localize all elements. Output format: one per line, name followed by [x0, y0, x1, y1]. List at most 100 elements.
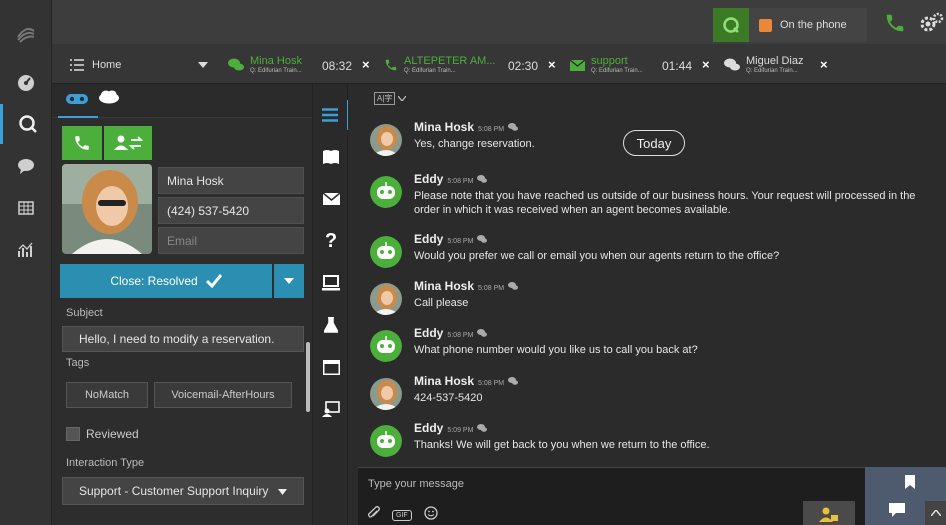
lab-flask-icon[interactable]: [313, 310, 349, 340]
message-text: Thanks! We will get back to you when we …: [414, 439, 710, 451]
close-tab-icon[interactable]: ×: [548, 57, 556, 72]
analytics-icon[interactable]: [0, 230, 52, 270]
attachment-paperclip-icon[interactable]: [368, 506, 380, 525]
composer-side-panel: [865, 467, 946, 525]
message-sender: Eddy: [414, 326, 444, 340]
message-sender: Eddy: [414, 172, 444, 186]
chat-bubble-icon: [508, 120, 519, 134]
chevron-up-icon: [930, 510, 941, 516]
message-time: 5:08 PM: [447, 332, 474, 339]
app-window: On the phone Home Mina Hosk Q: Edifurian…: [0, 0, 946, 525]
tab-miguel-diaz[interactable]: Miguel Diaz Q: Edifurian Train... ×: [724, 50, 840, 80]
tab-queue: Q: Edifurian Train...: [250, 68, 302, 74]
tab-title: Miguel Diaz: [746, 55, 804, 67]
message-time: 5:09 PM: [447, 427, 474, 434]
contact-email-field[interactable]: Email: [158, 227, 304, 254]
laptop-icon[interactable]: [313, 268, 349, 298]
subject-field[interactable]: Hello, I need to modify a reservation.: [62, 326, 304, 352]
tab-timer: 08:32: [322, 59, 353, 73]
contact-name-field[interactable]: Mina Hosk: [158, 167, 304, 194]
transfer-button[interactable]: [104, 126, 152, 160]
cloud-crm-icon[interactable]: [98, 90, 120, 109]
top-bar: On the phone: [52, 0, 946, 44]
tab-queue: Q: Edifurian Train...: [746, 68, 798, 74]
chevron-down-icon[interactable]: [198, 62, 208, 68]
translate-toggle[interactable]: A|字: [374, 92, 407, 105]
call-button[interactable]: [62, 126, 102, 160]
tab-queue: Q: Edifurian Train...: [591, 68, 643, 74]
tags-label: Tags: [66, 357, 90, 369]
tab-support[interactable]: support Q: Edifurian Train... 01:44 ×: [570, 50, 712, 80]
chat-channel-icon[interactable]: [66, 92, 88, 110]
tab-timer: 02:30: [508, 59, 539, 73]
envelope-icon[interactable]: [313, 184, 349, 214]
queue-button[interactable]: [713, 8, 749, 42]
agent-status-dropdown[interactable]: On the phone: [749, 8, 867, 42]
tag-chip[interactable]: Voicemail-AfterHours: [154, 382, 292, 408]
conversations-icon[interactable]: [0, 146, 52, 186]
bookmark-icon[interactable]: [905, 475, 915, 494]
chat-bubbles-icon: [228, 58, 244, 71]
message-time: 5:08 PM: [478, 285, 505, 292]
close-tab-icon[interactable]: ×: [702, 57, 710, 72]
chevron-down-icon: [398, 96, 407, 101]
knowledge-book-icon[interactable]: [313, 142, 349, 172]
agents-icon: [819, 507, 838, 522]
bot-avatar: [370, 236, 402, 268]
contact-panel: Mina Hosk (424) 537-5420 Email Close: Re…: [52, 84, 312, 525]
email-icon: [570, 59, 585, 71]
message-text: Yes, change reservation.: [414, 138, 535, 150]
window-icon[interactable]: [313, 352, 349, 382]
settings-gear-icon[interactable]: [918, 10, 944, 41]
phone-icon: [75, 136, 89, 150]
tab-home[interactable]: Home: [70, 50, 210, 80]
chat-bubble-icon: [508, 279, 519, 293]
close-tab-icon[interactable]: ×: [820, 57, 828, 72]
dashboard-icon[interactable]: [0, 62, 52, 102]
tab-label: Home: [92, 59, 122, 71]
send-message-icon[interactable]: [889, 503, 905, 522]
scroll-up-button[interactable]: [925, 501, 946, 525]
close-resolved-button[interactable]: Close: Resolved: [60, 264, 272, 298]
reviewed-label: Reviewed: [86, 427, 139, 441]
tab-altepeter[interactable]: ALTEPETER AM... Q: Edifurian Train... 02…: [384, 50, 560, 80]
left-nav: [0, 0, 52, 525]
composer-tools: GIF: [368, 506, 438, 525]
message-composer[interactable]: Type your message GIF: [358, 467, 865, 525]
phone-icon: [385, 59, 397, 71]
message-time: 5:08 PM: [478, 380, 505, 387]
tag-chip[interactable]: NoMatch: [66, 382, 148, 408]
close-options-dropdown[interactable]: [274, 264, 304, 298]
chat-bubble-icon: [477, 232, 488, 246]
message-sender: Eddy: [414, 232, 444, 246]
message-sender: Mina Hosk: [414, 374, 475, 388]
phone-icon[interactable]: [884, 12, 906, 39]
customer-avatar: [370, 283, 402, 315]
list-icon: [70, 59, 84, 71]
interaction-type-select[interactable]: Support - Customer Support Inquiry: [62, 477, 304, 505]
message-time: 5:08 PM: [447, 238, 474, 245]
search-icon[interactable]: [0, 104, 52, 144]
chevron-down-icon: [278, 489, 287, 495]
gif-button[interactable]: GIF: [392, 510, 412, 521]
message-input[interactable]: Type your message: [368, 478, 464, 490]
message-text: Please note that you have reached us out…: [414, 190, 916, 216]
grid-icon[interactable]: [0, 188, 52, 228]
close-tab-icon[interactable]: ×: [362, 57, 370, 72]
panel-scrollbar[interactable]: [306, 342, 310, 412]
reviewed-checkbox[interactable]: [66, 427, 80, 441]
tab-mina-hosk[interactable]: Mina Hosk Q: Edifurian Train... 08:32 ×: [228, 50, 374, 87]
menu-icon[interactable]: [313, 100, 349, 130]
chat-bubbles-icon: [724, 58, 740, 71]
message-sender: Mina Hosk: [414, 279, 475, 293]
screen-share-icon[interactable]: [313, 394, 349, 424]
message-time: 5:08 PM: [447, 178, 474, 185]
agent-assist-button[interactable]: [803, 501, 855, 525]
panel-tab-indicator: [58, 116, 98, 118]
help-question-icon[interactable]: ?: [313, 226, 349, 256]
emoji-icon[interactable]: [424, 506, 438, 525]
message-text: Would you prefer we call or email you wh…: [414, 250, 780, 262]
panel-header: [52, 84, 312, 118]
contact-phone-field[interactable]: (424) 537-5420: [158, 197, 304, 224]
tool-strip: ?: [312, 84, 349, 525]
